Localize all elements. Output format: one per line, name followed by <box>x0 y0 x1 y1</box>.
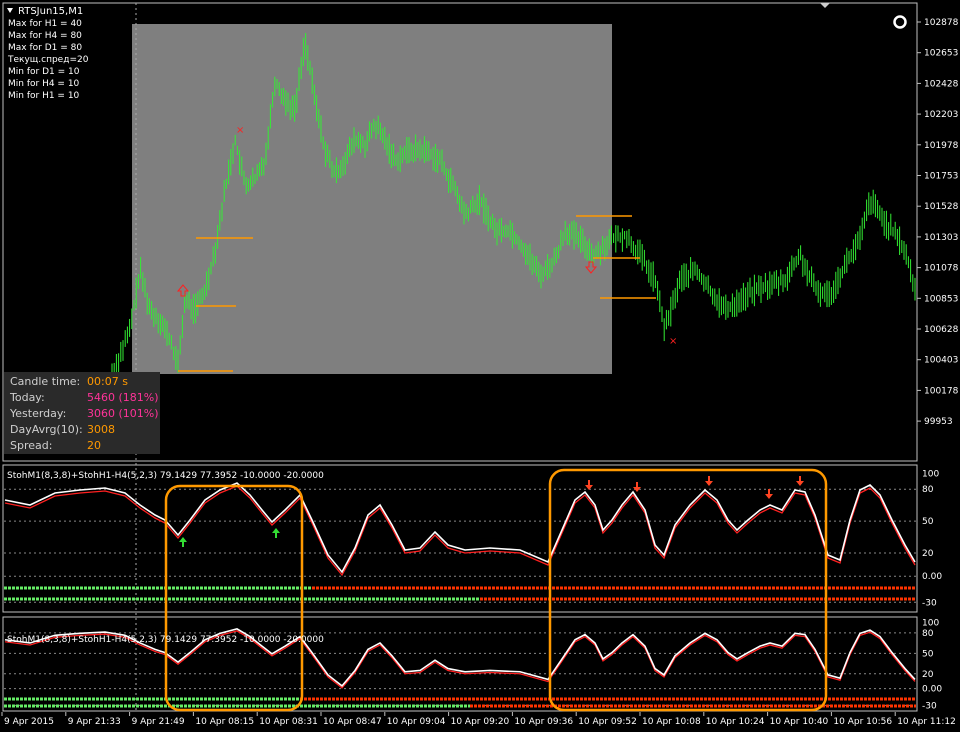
shaded-region <box>132 24 612 374</box>
overlay-line: Текущ.спред=20 <box>7 55 89 65</box>
time-label: 10 Apr 10:24 <box>706 717 765 727</box>
price-label: 102428 <box>924 79 959 89</box>
level-label: 0.00 <box>922 685 942 695</box>
info-label: Candle time: <box>10 375 81 388</box>
overlay-line: Max for H4 = 80 <box>8 31 82 41</box>
time-label: 10 Apr 09:20 <box>451 717 510 727</box>
info-row: Yesterday: 3060 (101%) <box>10 407 159 420</box>
time-label: 10 Apr 08:15 <box>195 717 254 727</box>
overlay-line: Max for H1 = 40 <box>8 19 82 29</box>
overlay-line: Min for D1 = 10 <box>8 67 80 77</box>
price-label: 100853 <box>924 294 958 304</box>
info-value: 00:07 s <box>87 375 128 388</box>
info-row: Today: 5460 (181%) <box>10 391 159 404</box>
price-label: 102653 <box>924 49 958 59</box>
time-label: 10 Apr 10:40 <box>770 717 829 727</box>
symbol-title: RTSJun15,M1 <box>18 6 83 17</box>
price-label: 102878 <box>924 18 959 28</box>
price-label: 101528 <box>924 202 959 212</box>
cross-icon: × <box>669 336 677 347</box>
price-label: 100628 <box>924 325 959 335</box>
level-label: 50 <box>922 649 934 659</box>
info-row: Spread: 20 <box>10 439 101 452</box>
price-label: 101753 <box>924 172 958 182</box>
level-label: 0.00 <box>922 572 942 582</box>
level-label: 80 <box>922 485 934 495</box>
level-label: 50 <box>922 517 934 527</box>
level-label: 20 <box>922 670 934 680</box>
time-label: 10 Apr 09:52 <box>578 717 637 727</box>
time-label: 10 Apr 10:08 <box>642 717 701 727</box>
level-label: 100 <box>922 469 939 479</box>
time-label: 9 Apr 21:49 <box>132 717 185 727</box>
info-value: 3060 (101%) <box>87 407 159 420</box>
level-label: 100 <box>922 619 939 629</box>
info-value: 5460 (181%) <box>87 391 159 404</box>
overlay-line: Min for H1 = 10 <box>8 91 80 101</box>
info-row: DayAvrg(10): 3008 <box>10 423 115 436</box>
info-row: Candle time: 00:07 s <box>10 375 128 388</box>
time-label: 10 Apr 10:56 <box>833 717 892 727</box>
level-label: 80 <box>922 629 934 639</box>
level-label: -30 <box>922 701 937 711</box>
level-label: 20 <box>922 549 934 559</box>
time-label: 10 Apr 08:31 <box>259 717 318 727</box>
price-label: 101078 <box>924 264 959 274</box>
time-label: 10 Apr 11:12 <box>897 717 956 727</box>
cross-icon: × <box>236 125 244 136</box>
info-label: Yesterday: <box>10 407 67 420</box>
info-label: Today: <box>10 391 45 404</box>
chart-canvas[interactable]: 1008050200.00-30 1008050200.00-30 102878… <box>0 0 960 728</box>
overlay-line: Max for D1 = 80 <box>8 43 82 53</box>
level-label: -30 <box>922 598 937 608</box>
info-panel: Candle time: 00:07 s Today: 5460 (181%) … <box>4 372 160 454</box>
overlay-line: Min for H4 = 10 <box>8 79 80 89</box>
info-value: 3008 <box>87 423 115 436</box>
time-label: 10 Apr 08:47 <box>323 717 382 727</box>
price-label: 101303 <box>924 233 958 243</box>
time-label: 10 Apr 09:36 <box>514 717 573 727</box>
price-label: 101978 <box>924 141 959 151</box>
price-label: 100403 <box>924 356 958 366</box>
overlay-text-lines: Max for H1 = 40 Max for H4 = 80 Max for D1… <box>7 19 89 101</box>
info-value: 20 <box>87 439 101 452</box>
price-label: 99953 <box>924 417 953 427</box>
time-label: 9 Apr 2015 <box>4 717 54 727</box>
price-label: 100178 <box>924 386 959 396</box>
info-label: DayAvrg(10): <box>10 423 83 436</box>
indicator2-title: StohM1(8,3,8)+StohH1-H4(5,2,3) 79.1429 7… <box>7 635 324 645</box>
time-label: 10 Apr 09:04 <box>387 717 446 727</box>
time-label: 9 Apr 21:33 <box>68 717 121 727</box>
price-label: 102203 <box>924 110 958 120</box>
info-label: Spread: <box>10 439 53 452</box>
trading-chart-window[interactable]: 100 80 50 20 0.00 -30 100 80 50 20 0.00 -30 102878… <box>0 0 960 728</box>
indicator1-title: StohM1(8,3,8)+StohH1-H4(5,2,3) 79.1429 7… <box>7 471 324 481</box>
